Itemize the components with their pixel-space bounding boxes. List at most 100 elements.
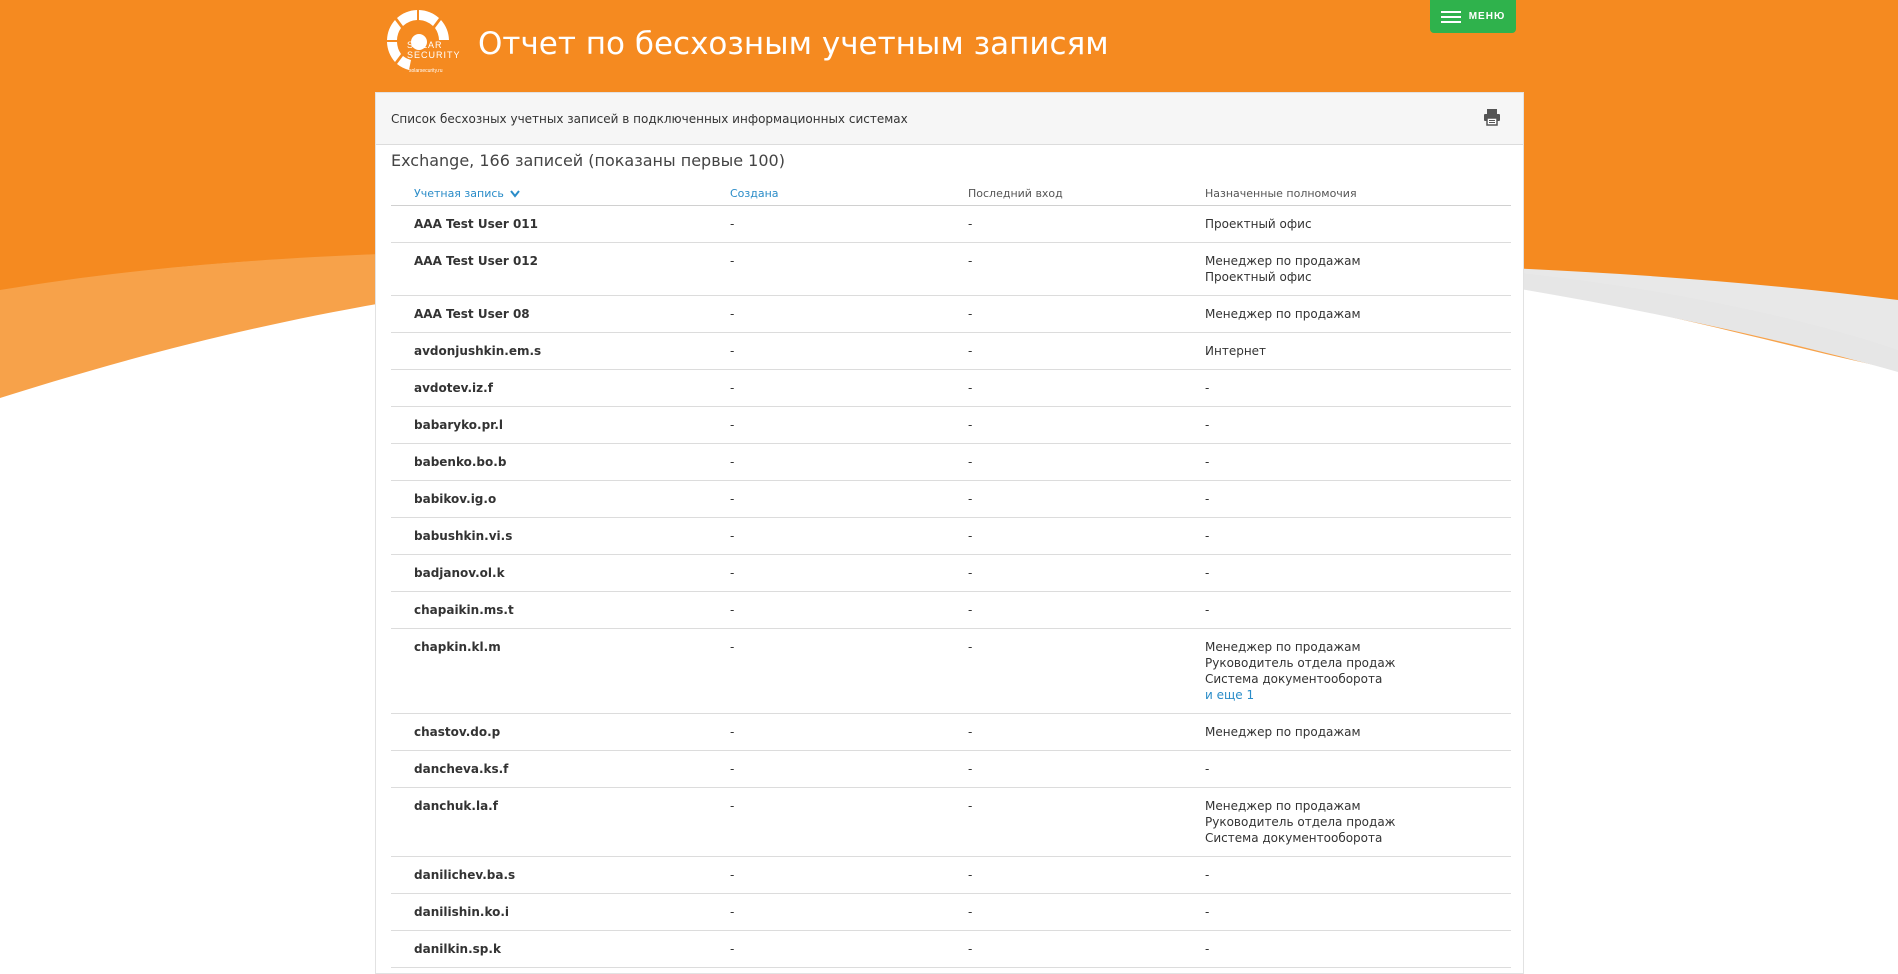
last-login: - (968, 603, 973, 617)
created-date: - (730, 381, 735, 395)
created-date: - (730, 942, 735, 956)
last-login: - (968, 566, 973, 580)
created-date: - (730, 799, 735, 813)
permission-item: Руководитель отдела продаж (1205, 656, 1396, 670)
logo-subtext: solarsecurity.ru (409, 68, 443, 74)
permissions-cell: - (1205, 454, 1209, 470)
created-date: - (730, 725, 735, 739)
last-login: - (968, 254, 973, 268)
permission-item: - (1205, 566, 1210, 580)
table-row: babenko.bo.b - - - (391, 444, 1511, 481)
table-row: babushkin.vi.s - - - (391, 518, 1511, 555)
permissions-cell: - (1205, 941, 1209, 957)
permissions-cell: - (1205, 417, 1209, 433)
table-row: babikov.ig.o - - - (391, 481, 1511, 518)
table-row: avdotev.iz.f - - - (391, 370, 1511, 407)
table-row: chapaikin.ms.t - - - (391, 592, 1511, 629)
permissions-cell: - (1205, 491, 1209, 507)
permission-item: Менеджер по продажам (1205, 640, 1361, 654)
permissions-cell: Интернет (1205, 343, 1266, 359)
permissions-cell: - (1205, 904, 1209, 920)
table-row: AAA Test User 012 - - Менеджер по продажам П… (391, 243, 1511, 296)
account-name: babenko.bo.b (414, 455, 507, 469)
permission-item: Система документооборота (1205, 672, 1383, 686)
account-name: chapaikin.ms.t (414, 603, 514, 617)
permission-item: - (1205, 603, 1210, 617)
column-header-last-login: Последний вход (968, 187, 1063, 200)
table-row: dancheva.ks.f - - - (391, 751, 1511, 788)
column-header-account-label: Учетная запись (414, 187, 504, 200)
created-date: - (730, 254, 735, 268)
table-body: AAA Test User 011- - Проектный офис AAA Tes… (391, 206, 1511, 968)
table-row: danilkin.sp.k - - - (391, 931, 1511, 968)
permissions-cell: - (1205, 528, 1209, 544)
last-login: - (968, 868, 973, 882)
last-login: - (968, 455, 973, 469)
show-more-permissions-link[interactable]: и еще 1 (1205, 687, 1395, 703)
permission-item: Менеджер по продажам (1205, 799, 1361, 813)
last-login: - (968, 307, 973, 321)
page-title: Отчет по бесхозным учетным записям (478, 26, 1109, 62)
created-date: - (730, 529, 735, 543)
column-header-permissions: Назначенные полномочия (1205, 187, 1357, 200)
column-header-account[interactable]: Учетная запись (414, 187, 521, 200)
account-name: danilichev.ba.s (414, 868, 516, 882)
created-date: - (730, 217, 735, 231)
created-date: - (730, 762, 735, 776)
logo-text-line2: SECURITY (407, 50, 461, 60)
chevron-down-icon (510, 190, 521, 198)
last-login: - (968, 344, 973, 358)
account-name: AAA Test User 011 (414, 217, 538, 231)
logo-text-line1: SOLAR (407, 40, 443, 50)
table-row: babaryko.pr.l - - - (391, 407, 1511, 444)
menu-button[interactable]: МЕНЮ (1430, 0, 1516, 33)
created-date: - (730, 344, 735, 358)
created-date: - (730, 603, 735, 617)
permissions-cell: - (1205, 565, 1209, 581)
last-login: - (968, 381, 973, 395)
table-header: Учетная запись Создана Последний вход На… (391, 183, 1511, 206)
permission-item: Менеджер по продажам (1205, 725, 1361, 739)
permission-item: - (1205, 492, 1210, 506)
permissions-cell: Менеджер по продажам Проектный офис (1205, 253, 1361, 285)
permission-item: Система документооборота (1205, 831, 1383, 845)
panel-header: Список бесхозных учетных записей в подкл… (376, 93, 1523, 145)
permissions-cell: Менеджер по продажам (1205, 306, 1361, 322)
permissions-cell: - (1205, 602, 1209, 618)
account-name: dancheva.ks.f (414, 762, 509, 776)
table-row: chastov.do.p - - Менеджер по продажам (391, 714, 1511, 751)
last-login: - (968, 905, 973, 919)
permission-item: Руководитель отдела продаж (1205, 815, 1396, 829)
last-login: - (968, 799, 973, 813)
permissions-cell: - (1205, 380, 1209, 396)
printer-icon[interactable] (1483, 108, 1501, 126)
account-name: danilishin.ko.i (414, 905, 510, 919)
permissions-cell: Менеджер по продажам Руководитель отдела … (1205, 798, 1395, 846)
created-date: - (730, 492, 735, 506)
account-name: danilkin.sp.k (414, 942, 501, 956)
last-login: - (968, 529, 973, 543)
created-date: - (730, 455, 735, 469)
created-date: - (730, 566, 735, 580)
account-name: AAA Test User 08 (414, 307, 530, 321)
page-header: SOLAR SECURITY solarsecurity.ru Отчет по… (375, 0, 1516, 92)
account-name: danchuk.la.f (414, 799, 498, 813)
last-login: - (968, 762, 973, 776)
table-row: danchuk.la.f - - Менеджер по продажам Руково… (391, 788, 1511, 857)
account-name: avdonjushkin.em.s (414, 344, 542, 358)
table-row: danilichev.ba.s - - - (391, 857, 1511, 894)
account-name: chastov.do.p (414, 725, 501, 739)
permission-item: - (1205, 762, 1210, 776)
last-login: - (968, 492, 973, 506)
permission-item: - (1205, 381, 1210, 395)
account-name: AAA Test User 012 (414, 254, 538, 268)
panel-description: Список бесхозных учетных записей в подкл… (391, 112, 908, 126)
table-row: avdonjushkin.em.s - - Интернет (391, 333, 1511, 370)
account-name: badjanov.ol.k (414, 566, 505, 580)
table-row: chapkin.kl.m - - Менеджер по продажам Руково… (391, 629, 1511, 714)
last-login: - (968, 942, 973, 956)
last-login: - (968, 640, 973, 654)
permission-item: - (1205, 868, 1210, 882)
permissions-cell: - (1205, 761, 1209, 777)
column-header-created[interactable]: Создана (730, 187, 779, 200)
